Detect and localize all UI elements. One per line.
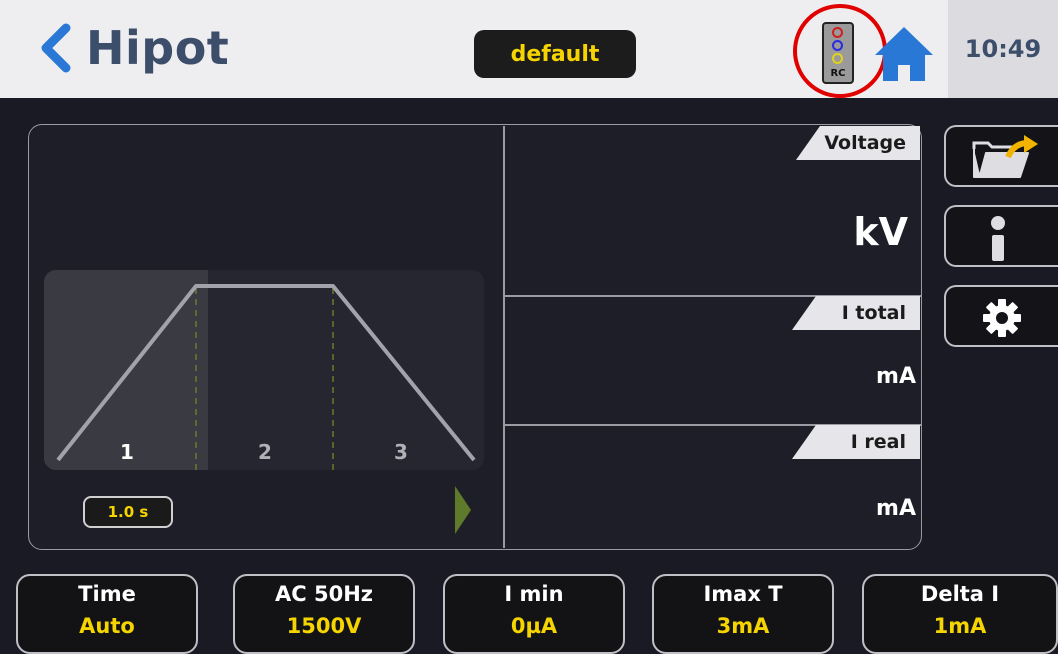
param-value: 1mA [933, 614, 987, 638]
settings-button[interactable] [944, 285, 1058, 347]
param-label: I min [504, 582, 564, 606]
next-segment-arrow-icon[interactable] [453, 484, 473, 536]
profile-selector[interactable]: default [474, 30, 636, 78]
segment-2-label[interactable]: 2 [250, 440, 280, 464]
blue-light [832, 40, 843, 51]
header-bar: Hipot default RC 10:49 [0, 0, 1058, 98]
clock: 10:49 [964, 35, 1042, 63]
gear-icon [983, 299, 1021, 337]
segment-1-label[interactable]: 1 [112, 440, 142, 464]
remote-control-icon[interactable]: RC [822, 22, 854, 84]
param-ac-voltage-button[interactable]: AC 50Hz 1500V [233, 574, 415, 654]
i-total-unit: mA [876, 364, 916, 389]
info-icon [991, 216, 1005, 261]
open-file-button[interactable] [944, 125, 1058, 187]
param-label: Time [78, 582, 136, 606]
param-value: 1500V [286, 614, 362, 638]
segment-duration-button[interactable]: 1.0 s [83, 496, 173, 528]
back-button[interactable]: Hipot [36, 18, 229, 78]
ramp-graph: 1 2 3 [44, 270, 484, 470]
param-value: Auto [79, 614, 135, 638]
voltage-unit: kV [853, 210, 908, 254]
folder-open-icon [972, 135, 1038, 178]
red-light [832, 27, 843, 38]
rc-label: RC [830, 68, 846, 79]
param-label: Imax T [703, 582, 783, 606]
param-imax-t-button[interactable]: Imax T 3mA [652, 574, 834, 654]
param-time-button[interactable]: Time Auto [16, 574, 198, 654]
page-title: Hipot [86, 21, 230, 75]
i-real-unit: mA [876, 496, 916, 521]
chevron-left-icon [41, 23, 71, 73]
info-button[interactable] [944, 205, 1058, 267]
clock-panel: 10:49 [948, 0, 1058, 98]
param-value: 3mA [716, 614, 770, 638]
param-value: 0µA [510, 614, 558, 638]
panel-divider [503, 126, 505, 548]
yellow-light [832, 53, 843, 64]
param-i-min-button[interactable]: I min 0µA [443, 574, 625, 654]
param-label: Delta I [920, 582, 1000, 606]
param-delta-i-button[interactable]: Delta I 1mA [862, 574, 1058, 654]
home-icon[interactable] [873, 25, 935, 83]
param-label: AC 50Hz [275, 582, 373, 606]
segment-3-label[interactable]: 3 [386, 440, 416, 464]
